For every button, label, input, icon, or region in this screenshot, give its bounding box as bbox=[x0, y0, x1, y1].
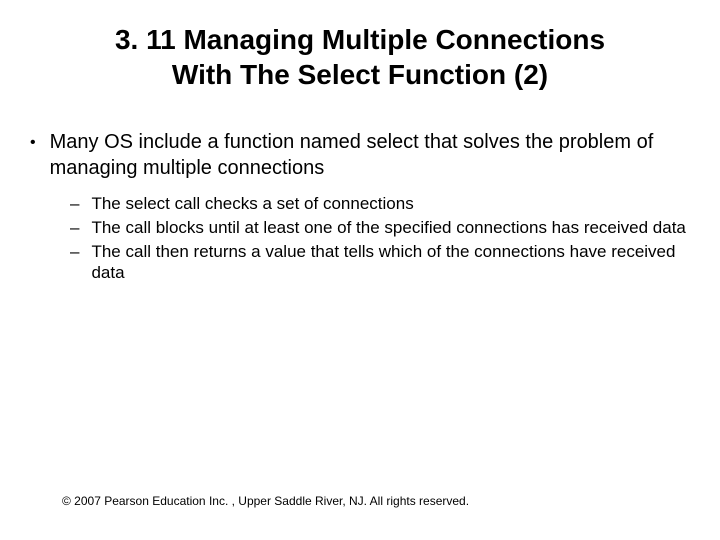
copyright-footer: © 2007 Pearson Education Inc. , Upper Sa… bbox=[62, 494, 469, 508]
list-item: The select call checks a set of connecti… bbox=[70, 193, 694, 215]
sub-bullet-text: The call blocks until at least one of th… bbox=[91, 217, 694, 239]
main-bullet-list: Many OS include a function named select … bbox=[0, 130, 720, 181]
list-item: The call then returns a value that tells… bbox=[70, 241, 694, 285]
bullet-text: Many OS include a function named select … bbox=[50, 130, 694, 181]
slide-title-line1: 3. 11 Managing Multiple Connections bbox=[115, 24, 605, 55]
sub-bullet-list: The select call checks a set of connecti… bbox=[0, 193, 720, 284]
list-item: Many OS include a function named select … bbox=[26, 130, 694, 181]
slide-title: 3. 11 Managing Multiple Connections With… bbox=[0, 22, 720, 92]
sub-bullet-text: The select call checks a set of connecti… bbox=[91, 193, 694, 215]
list-item: The call blocks until at least one of th… bbox=[70, 217, 694, 239]
slide-title-line2: With The Select Function (2) bbox=[172, 59, 548, 90]
sub-bullet-text: The call then returns a value that tells… bbox=[91, 241, 694, 285]
